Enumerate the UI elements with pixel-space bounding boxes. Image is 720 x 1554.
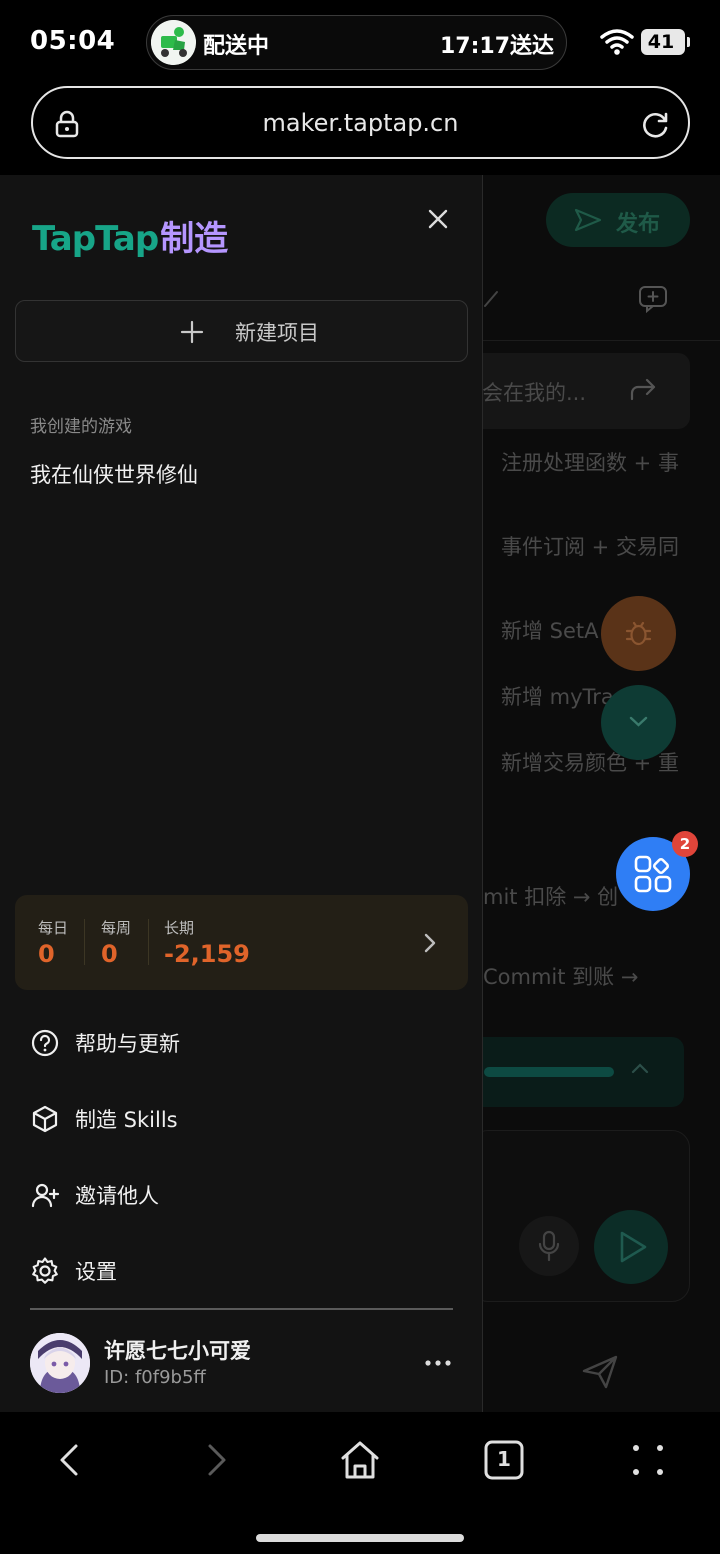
profile-name: 许愿七七小可爱 xyxy=(104,1339,251,1363)
weekly-points-label: 每周 xyxy=(101,919,132,937)
gear-icon xyxy=(32,1257,58,1284)
list-item: mit 扣除 → 创 xyxy=(483,885,619,909)
points-card[interactable]: 每日 0 每周 0 长期 -2,159 xyxy=(15,895,468,990)
divider xyxy=(148,919,149,965)
divider xyxy=(30,1308,453,1310)
home-icon[interactable] xyxy=(338,1438,382,1482)
more-icon[interactable] xyxy=(424,1353,452,1373)
list-item: 注册处理函数 + 事 xyxy=(501,451,679,475)
paper-plane-icon xyxy=(582,1355,618,1389)
longterm-points: 长期 -2,159 xyxy=(164,917,250,968)
quote-box: 会在我的... xyxy=(470,353,690,429)
new-project-button[interactable]: 新建项目 xyxy=(15,300,468,362)
debug-button xyxy=(601,596,676,671)
plus-icon xyxy=(180,320,204,344)
daily-points-label: 每日 xyxy=(38,919,69,937)
play-icon xyxy=(620,1231,647,1263)
delivery-rider-icon xyxy=(151,20,196,65)
pencil-icon xyxy=(484,291,498,307)
new-project-label: 新建项目 xyxy=(235,321,319,345)
weekly-points: 每周 0 xyxy=(101,917,131,968)
list-item: 新增 myTra xyxy=(501,685,614,709)
menu-item-invite-label: 邀请他人 xyxy=(75,1184,159,1208)
menu-item-settings-label: 设置 xyxy=(75,1260,117,1284)
brand-primary: TapTap xyxy=(32,219,159,259)
tab-count: 1 xyxy=(497,1447,511,1471)
wifi-icon xyxy=(600,29,634,55)
comment-add-icon xyxy=(639,286,667,313)
brand-secondary: 制造 xyxy=(160,219,229,259)
my-games-title: 我创建的游戏 xyxy=(30,417,132,437)
apps-grid-button[interactable]: 2 xyxy=(616,831,698,911)
daily-points: 每日 0 xyxy=(38,917,68,968)
grid-icon xyxy=(634,855,672,893)
avatar-image xyxy=(30,1333,90,1393)
menu-item-skills-label: 制造 Skills xyxy=(75,1108,178,1132)
menu-item-skills[interactable]: 制造 Skills xyxy=(30,1098,450,1138)
back-icon[interactable] xyxy=(48,1438,92,1482)
send-button xyxy=(594,1210,668,1284)
microphone-icon xyxy=(538,1230,560,1262)
cube-icon xyxy=(32,1105,58,1133)
weekly-points-value: 0 xyxy=(101,940,118,968)
profile-id: ID: f0f9b5ff xyxy=(104,1367,206,1388)
home-indicator[interactable] xyxy=(256,1534,464,1542)
microphone-button xyxy=(519,1216,579,1276)
forward-icon[interactable] xyxy=(194,1438,238,1482)
list-item: 新增 SetA xyxy=(501,619,599,643)
chat-input-box xyxy=(470,1130,690,1302)
progress-panel xyxy=(470,1037,684,1107)
battery-icon: 41 xyxy=(641,29,690,55)
address-bar[interactable]: maker.taptap.cn xyxy=(31,86,690,159)
battery-level: 41 xyxy=(647,31,675,53)
menu-item-invite[interactable]: 邀请他人 xyxy=(30,1174,450,1214)
chevron-up-icon xyxy=(631,1063,649,1074)
game-list-item[interactable]: 我在仙侠世界修仙 xyxy=(30,459,198,489)
menu-item-settings[interactable]: 设置 xyxy=(30,1250,450,1290)
chevron-down-icon xyxy=(629,716,648,727)
browser-nav-bar: 1 xyxy=(0,1412,720,1554)
status-bar: 05:04 配送中 17:17送达 41 xyxy=(0,0,720,84)
delivery-status: 配送中 xyxy=(203,34,270,59)
scroll-down-button xyxy=(601,685,676,760)
menu-item-help-label: 帮助与更新 xyxy=(75,1032,180,1056)
avatar[interactable] xyxy=(30,1333,90,1393)
divider xyxy=(483,340,720,341)
url-text[interactable]: maker.taptap.cn xyxy=(33,109,688,137)
side-drawer: TapTap制造 新建项目 我创建的游戏 我在仙侠世界修仙 每日 0 每周 0 … xyxy=(0,175,483,1412)
longterm-points-label: 长期 xyxy=(164,919,195,937)
publish-label: 发布 xyxy=(616,212,661,237)
help-circle-icon xyxy=(31,1029,59,1057)
notification-badge: 2 xyxy=(672,831,698,857)
publish-button: 发布 xyxy=(546,193,690,247)
chevron-right-icon xyxy=(424,933,436,953)
divider xyxy=(84,919,85,965)
user-plus-icon xyxy=(31,1183,60,1208)
send-icon xyxy=(574,208,602,232)
tabs-button[interactable]: 1 xyxy=(482,1438,526,1482)
delivery-eta: 17:17送达 xyxy=(439,34,554,59)
longterm-points-value: -2,159 xyxy=(164,940,250,968)
bug-icon xyxy=(625,621,652,646)
quote-text: 会在我的... xyxy=(482,381,587,405)
share-icon xyxy=(630,378,656,401)
progress-bar xyxy=(484,1067,614,1077)
daily-points-value: 0 xyxy=(38,940,55,968)
list-item: Commit 到账 → xyxy=(483,965,639,989)
menu-dots-icon[interactable] xyxy=(626,1438,670,1482)
status-time: 05:04 xyxy=(30,26,116,56)
brand-logo: TapTap制造 xyxy=(32,211,228,261)
menu-item-help[interactable]: 帮助与更新 xyxy=(30,1022,450,1062)
list-item: 事件订阅 + 交易同 xyxy=(501,535,679,559)
delivery-live-activity[interactable]: 配送中 17:17送达 xyxy=(146,15,567,70)
reload-icon[interactable] xyxy=(640,110,670,140)
close-icon[interactable] xyxy=(424,205,452,233)
